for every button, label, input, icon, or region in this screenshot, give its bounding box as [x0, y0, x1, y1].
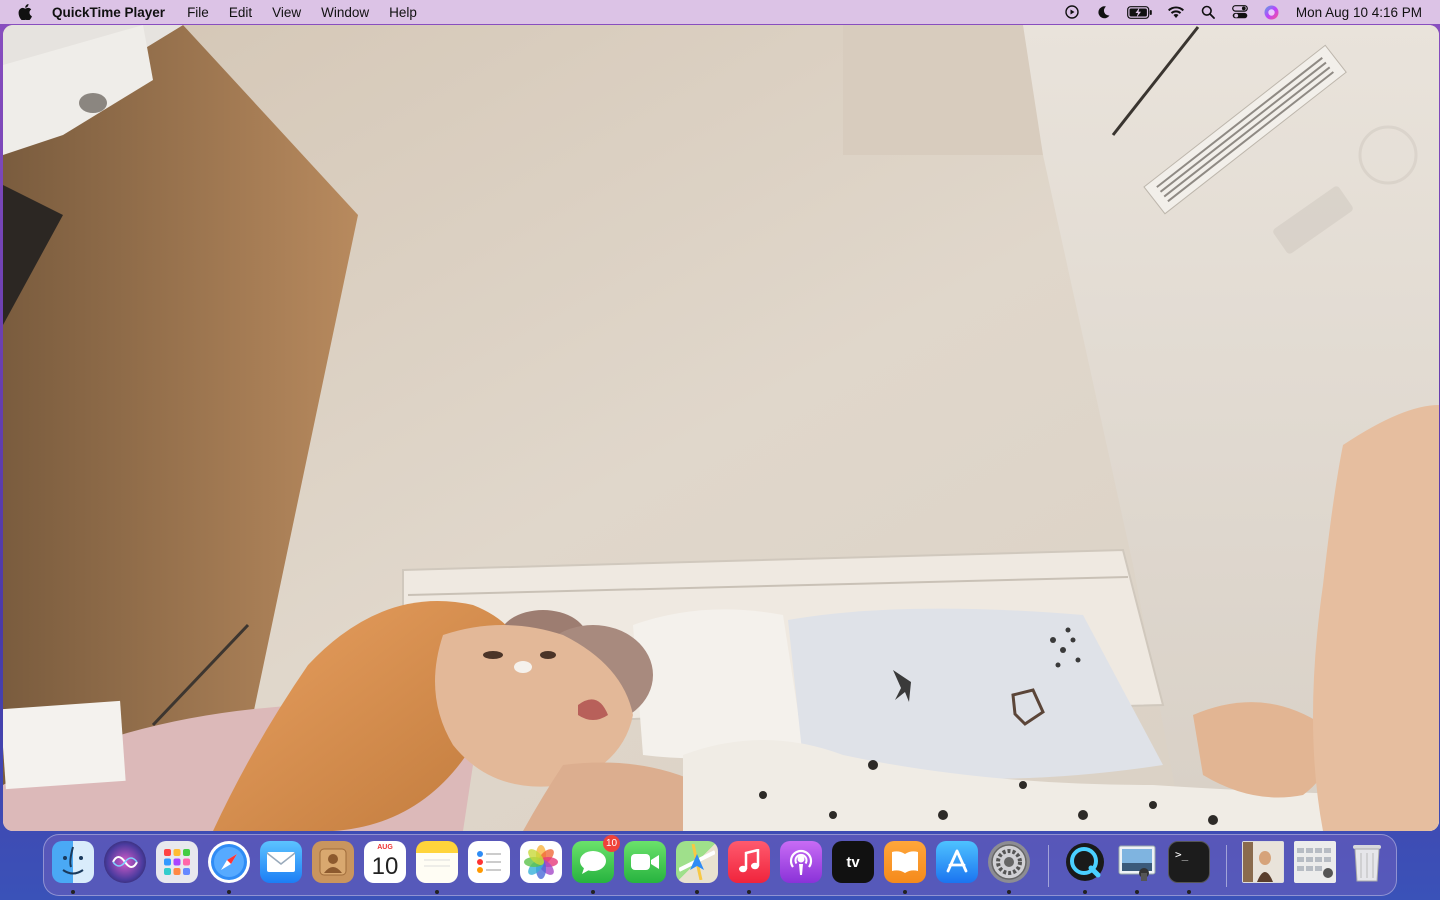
running-indicator	[695, 890, 699, 894]
notes-icon[interactable]	[416, 841, 458, 883]
messages-icon[interactable]: 10	[572, 835, 620, 883]
calendar-day: 10	[371, 853, 399, 880]
books-icon[interactable]	[884, 841, 926, 883]
tv-label: tv	[846, 853, 860, 871]
menu-view[interactable]: View	[272, 5, 301, 20]
spotlight-icon[interactable]	[1198, 4, 1218, 20]
maps-icon[interactable]	[676, 841, 718, 883]
video-frame	[3, 25, 1439, 831]
do-not-disturb-icon[interactable]	[1094, 4, 1114, 20]
mail-icon[interactable]	[260, 841, 302, 883]
downloads-stack-icon[interactable]	[1294, 841, 1336, 883]
apple-tv-icon[interactable]: tv	[832, 841, 874, 883]
app-name-menu[interactable]: QuickTime Player	[52, 5, 165, 20]
running-indicator	[1187, 890, 1191, 894]
running-indicator	[1135, 890, 1139, 894]
dock-separator	[1048, 845, 1049, 887]
preview-icon[interactable]	[1116, 841, 1158, 883]
apple-menu-icon[interactable]	[18, 4, 36, 20]
reminders-icon[interactable]	[468, 841, 510, 883]
launchpad-icon[interactable]	[156, 841, 198, 883]
running-indicator	[903, 890, 907, 894]
menu-help[interactable]: Help	[389, 5, 417, 20]
siri-icon[interactable]	[104, 841, 146, 883]
wifi-icon[interactable]	[1166, 4, 1186, 20]
app-store-icon[interactable]	[936, 841, 978, 883]
control-center-icon[interactable]	[1230, 4, 1250, 20]
quicktime-icon[interactable]	[1064, 841, 1106, 883]
messages-badge: 10	[603, 835, 620, 852]
menubar-clock[interactable]: Mon Aug 10 4:16 PM	[1296, 5, 1422, 20]
siri-icon[interactable]	[1262, 4, 1282, 20]
system-preferences-icon[interactable]	[988, 841, 1030, 883]
running-indicator	[1007, 890, 1011, 894]
dock-separator	[1226, 845, 1227, 887]
menu-file[interactable]: File	[187, 5, 209, 20]
terminal-prompt: >_	[1175, 848, 1189, 861]
safari-icon[interactable]	[208, 841, 250, 883]
contacts-icon[interactable]	[312, 841, 354, 883]
finder-icon[interactable]	[52, 841, 94, 883]
menu-window[interactable]: Window	[321, 5, 369, 20]
running-indicator	[747, 890, 751, 894]
menu-bar: QuickTime Player File Edit View Window H…	[0, 0, 1440, 24]
photo-thumbnail-icon[interactable]	[1242, 841, 1284, 883]
running-indicator	[1083, 890, 1087, 894]
quicktime-video-window[interactable]	[3, 25, 1439, 831]
podcasts-icon[interactable]	[780, 841, 822, 883]
dock: AUG 10 10 tv >_	[43, 834, 1397, 896]
terminal-icon[interactable]: >_	[1168, 841, 1210, 883]
running-indicator	[71, 890, 75, 894]
battery-charging-icon[interactable]	[1126, 4, 1154, 20]
music-icon[interactable]	[728, 841, 770, 883]
running-indicator	[435, 890, 439, 894]
running-indicator	[227, 890, 231, 894]
facetime-icon[interactable]	[624, 841, 666, 883]
trash-icon[interactable]	[1346, 841, 1388, 883]
calendar-month: AUG	[377, 844, 393, 851]
calendar-icon[interactable]: AUG 10	[364, 841, 406, 883]
running-indicator	[591, 890, 595, 894]
menu-edit[interactable]: Edit	[229, 5, 252, 20]
screen-recording-icon[interactable]	[1062, 4, 1082, 20]
photos-icon[interactable]	[520, 841, 562, 883]
